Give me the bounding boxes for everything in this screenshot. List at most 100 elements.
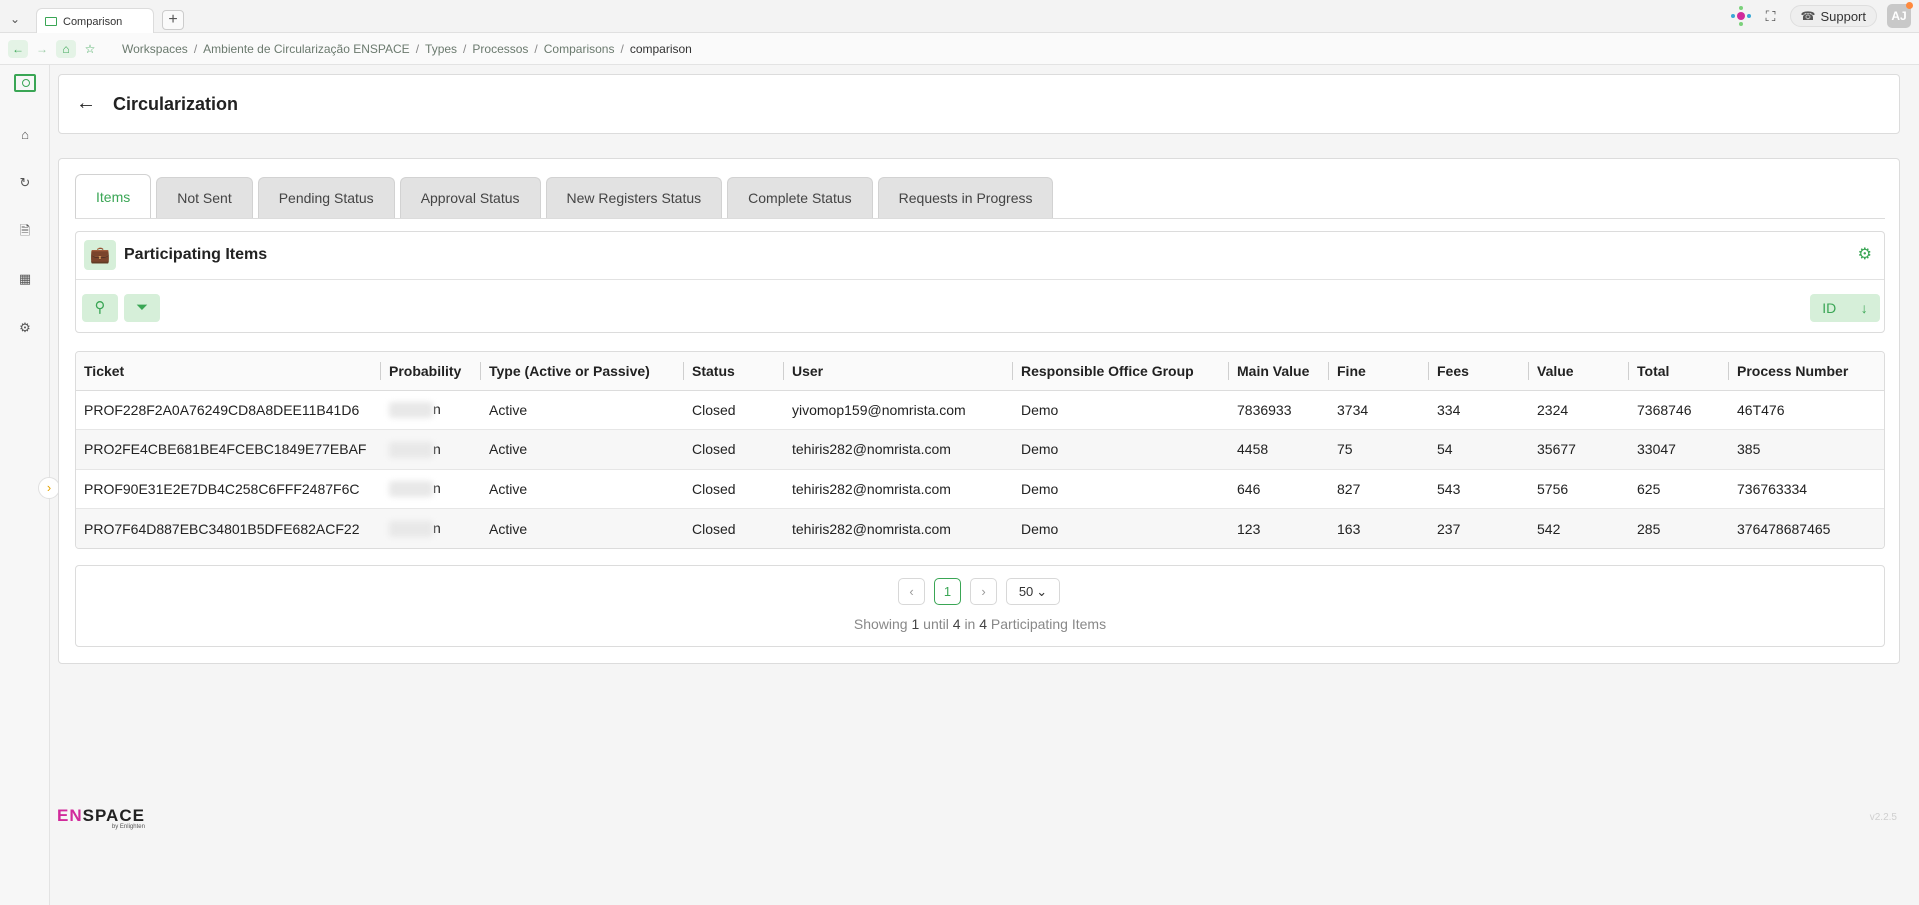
column-header[interactable]: User [784, 352, 1013, 391]
table-cell: 75 [1329, 429, 1429, 470]
arrow-down-icon: ↓ [1860, 300, 1868, 316]
table-cell: 827 [1329, 469, 1429, 509]
fullscreen-icon[interactable]: ⛶ [1762, 7, 1780, 25]
pagination: ‹ 1 › 50 ⌄ [898, 578, 1060, 605]
column-header[interactable]: Responsible Office Group [1013, 352, 1229, 391]
column-header[interactable]: Ticket [76, 352, 381, 391]
star-icon[interactable]: ☆ [80, 40, 100, 58]
table-row[interactable]: PRO7F64D887EBC34801B5DFE682ACF22 n Active C… [76, 508, 1884, 548]
support-label: Support [1820, 8, 1866, 24]
table-cell: 46T476 [1729, 390, 1884, 430]
sidebar-expand-button[interactable]: › [38, 477, 60, 499]
table-cell: 736763334 [1729, 469, 1884, 509]
breadcrumb-types[interactable]: Types [425, 42, 457, 56]
column-header[interactable]: Main Value [1229, 352, 1329, 391]
table-cell: 7368746 [1629, 390, 1729, 430]
table-cell: tehiris282@nomrista.com [784, 469, 1013, 509]
tab-not-sent[interactable]: Not Sent [156, 177, 253, 218]
items-table: Ticket Probability Type (Active or Passive… [75, 351, 1885, 549]
next-page-button[interactable]: › [970, 578, 997, 605]
column-header[interactable]: Process Number [1729, 352, 1884, 391]
tab-approval-status[interactable]: Approval Status [399, 177, 541, 218]
page-size-value: 50 [1018, 584, 1034, 599]
table-cell: 237 [1429, 508, 1529, 548]
navigation-bar: ← → ⌂ ☆ Workspaces / Ambiente de Circula… [0, 33, 1919, 65]
table-row[interactable]: PRO2FE4CBE681BE4FCEBC1849E77EBAF n Active C… [76, 429, 1884, 470]
column-header[interactable]: Type (Active or Passive) [481, 352, 684, 391]
table-cell: 5756 [1529, 469, 1629, 509]
breadcrumb-comparisons[interactable]: Comparisons [544, 42, 615, 56]
tab-complete-status[interactable]: Complete Status [727, 177, 873, 218]
search-button[interactable]: ⚲ [82, 294, 118, 322]
forward-arrow-icon[interactable]: → [32, 40, 52, 58]
table-cell: n [381, 429, 481, 470]
tab-bar: Items Not Sent Pending Status Approval S… [75, 174, 1054, 218]
table-cell: 3734 [1329, 390, 1429, 430]
document-icon[interactable]: 🗎 [15, 221, 35, 241]
table-cell: 376478687465 [1729, 508, 1884, 548]
breadcrumb-processos[interactable]: Processos [472, 42, 528, 56]
breadcrumb-environment[interactable]: Ambiente de Circularização ENSPACE [203, 42, 410, 56]
filter-button[interactable]: ⏷ [124, 294, 160, 322]
column-header[interactable]: Status [684, 352, 784, 391]
table-cell: Demo [1013, 390, 1229, 430]
column-header[interactable]: Probability [381, 352, 481, 391]
back-arrow-icon[interactable]: ← [76, 92, 96, 115]
avatar-initials: AJ [1891, 9, 1907, 23]
table-cell: 163 [1329, 508, 1429, 548]
briefcase-icon: 💼 [84, 240, 116, 270]
page-header: ← Circularization [58, 74, 1900, 134]
calendar-icon[interactable]: ▦ [15, 269, 35, 289]
table-cell: PROF228F2A0A76249CD8A8DEE11B41D6 [76, 390, 381, 430]
table-cell: Demo [1013, 508, 1229, 548]
headset-icon: ☎ [1800, 9, 1816, 23]
table-cell: 542 [1529, 508, 1629, 548]
main-panel: Items Not Sent Pending Status Approval S… [58, 158, 1900, 664]
table-cell: n [381, 469, 481, 509]
filter-icon: ⏷ [135, 299, 148, 316]
sort-button[interactable]: ID ↓ [1810, 294, 1880, 322]
table-cell: Closed [684, 429, 784, 470]
support-button[interactable]: ☎ Support [1789, 5, 1877, 27]
breadcrumb: Workspaces / Ambiente de Circularização … [122, 42, 692, 56]
back-arrow-icon[interactable]: ← [8, 40, 28, 58]
sort-label: ID [1822, 300, 1837, 316]
redacted-value [389, 441, 433, 458]
page-1-button[interactable]: 1 [934, 578, 961, 605]
column-header[interactable]: Value [1529, 352, 1629, 391]
table-row[interactable]: PROF90E31E2E7DB4C258C6FFF2487F6C n Active C… [76, 469, 1884, 509]
prev-page-button[interactable]: ‹ [898, 578, 925, 605]
page-size-select[interactable]: 50 ⌄ [1006, 578, 1060, 605]
settings-icon[interactable]: ⚙ [15, 318, 35, 338]
table-row[interactable]: PROF228F2A0A76249CD8A8DEE11B41D6 n Active C… [76, 390, 1884, 430]
table-cell: 4458 [1229, 429, 1329, 470]
tab-pending-status[interactable]: Pending Status [257, 177, 395, 218]
column-header[interactable]: Fees [1429, 352, 1529, 391]
avatar[interactable]: AJ [1887, 2, 1913, 28]
tab-items[interactable]: Items [75, 174, 152, 218]
redacted-value [389, 521, 433, 538]
tab-requests-in-progress[interactable]: Requests in Progress [877, 177, 1054, 218]
table-cell: Closed [684, 390, 784, 430]
breadcrumb-workspaces[interactable]: Workspaces [122, 42, 188, 56]
table-cell: 7836933 [1229, 390, 1329, 430]
home-icon[interactable]: ⌂ [15, 125, 35, 145]
tab-new-registers-status[interactable]: New Registers Status [545, 177, 723, 218]
ai-assistant-icon[interactable] [1730, 5, 1752, 27]
money-icon[interactable] [14, 74, 36, 92]
table-cell: PRO2FE4CBE681BE4FCEBC1849E77EBAF [76, 429, 381, 470]
enspace-logo: ENSPACE by Enlighten [57, 806, 145, 830]
refresh-money-icon[interactable]: ↻ [15, 173, 35, 193]
table-cell: Active [481, 469, 684, 509]
table-cell: Demo [1013, 469, 1229, 509]
home-icon[interactable]: ⌂ [56, 40, 76, 58]
settings-gear-icon[interactable]: ⚙ [1858, 244, 1872, 264]
browser-tab-comparison[interactable]: Comparison [36, 8, 154, 34]
chevron-down-icon[interactable]: ⌄ [6, 10, 24, 28]
column-header[interactable]: Fine [1329, 352, 1429, 391]
table-cell: tehiris282@nomrista.com [784, 429, 1013, 470]
new-tab-button[interactable]: + [162, 10, 184, 30]
column-header[interactable]: Total [1629, 352, 1729, 391]
table-icon [45, 17, 57, 26]
table-cell: Active [481, 508, 684, 548]
